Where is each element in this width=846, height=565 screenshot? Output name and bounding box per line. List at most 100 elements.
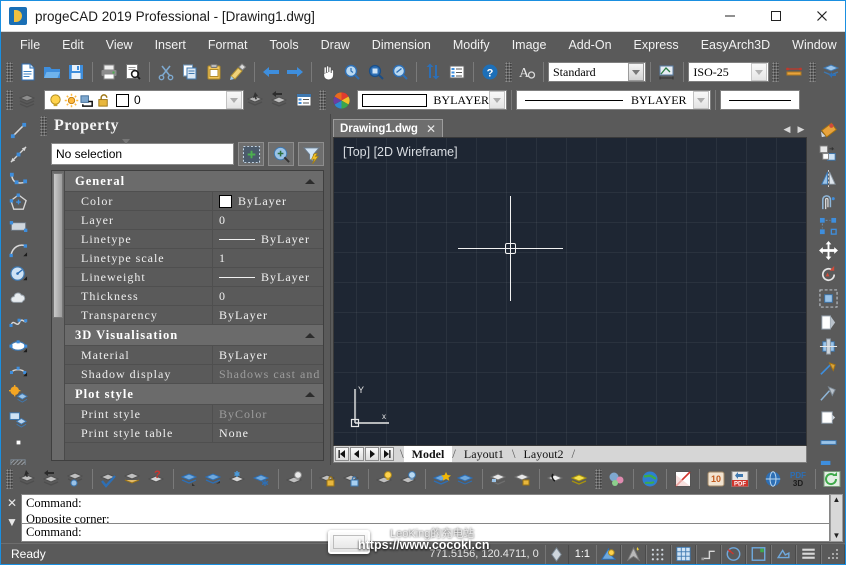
property-scrollbar[interactable]: [52, 171, 65, 460]
extend-icon[interactable]: [814, 358, 842, 382]
layer-previous-icon[interactable]: [268, 88, 292, 112]
redo-arrow-icon[interactable]: [283, 60, 307, 84]
publish-web-icon[interactable]: [761, 467, 785, 491]
chevron-up-icon[interactable]: [305, 178, 315, 184]
new-file-icon[interactable]: [16, 60, 40, 84]
property-group-3d-visualisation[interactable]: 3D Visualisation: [65, 325, 323, 346]
status-ortho-icon[interactable]: [696, 544, 721, 564]
close-icon[interactable]: ✕: [7, 496, 17, 510]
make-object-layer-current-icon[interactable]: [16, 467, 40, 491]
cloud-revision-icon[interactable]: [4, 286, 32, 310]
property-value[interactable]: ByLayer: [213, 306, 323, 325]
refresh-icon[interactable]: [820, 467, 844, 491]
scale-icon[interactable]: [814, 286, 842, 310]
layer-match-icon[interactable]: [97, 467, 121, 491]
help-question-icon[interactable]: ?: [478, 60, 502, 84]
menu-draw[interactable]: Draw: [310, 34, 361, 56]
drawing-canvas[interactable]: [Top] [2D Wireframe] Y x: [333, 137, 807, 446]
layout-tab-model[interactable]: Model: [403, 446, 453, 462]
chevron-up-icon[interactable]: [305, 391, 315, 397]
break-at-point-icon[interactable]: [814, 382, 842, 406]
property-row-shadow-display[interactable]: Shadow display Shadows cast and ...: [65, 364, 323, 384]
arc-icon[interactable]: [4, 238, 32, 262]
zoom-window-icon[interactable]: [364, 60, 388, 84]
menu-file[interactable]: File: [9, 34, 51, 56]
move-icon[interactable]: [814, 238, 842, 262]
status-model-space-icon[interactable]: [771, 544, 796, 564]
layer-lock-icon[interactable]: [316, 467, 340, 491]
drawing-recovery-icon[interactable]: 10: [704, 467, 728, 491]
layer-isolate-icon[interactable]: [250, 467, 274, 491]
layout-first-button[interactable]: [335, 447, 349, 461]
toolbar-grip[interactable]: [505, 62, 512, 82]
status-lineweight-icon[interactable]: [746, 544, 771, 564]
lock-open-icon[interactable]: [96, 93, 111, 108]
sync-updown-icon[interactable]: [421, 60, 445, 84]
construction-line-icon[interactable]: [4, 142, 32, 166]
property-value[interactable]: 1: [213, 249, 323, 268]
rectangle-icon[interactable]: [4, 214, 32, 238]
status-lines-icon[interactable]: [796, 544, 821, 564]
property-value[interactable]: None: [213, 424, 323, 443]
layout-last-button[interactable]: [380, 447, 394, 461]
layout-prev-button[interactable]: [350, 447, 364, 461]
property-value-cell[interactable]: ByLayer: [213, 230, 323, 249]
layer-unreconciled-icon[interactable]: ?: [145, 467, 169, 491]
menu-express[interactable]: Express: [623, 34, 690, 56]
filter-funnel-icon[interactable]: [298, 142, 324, 166]
menu-image[interactable]: Image: [501, 34, 558, 56]
break-icon[interactable]: [814, 406, 842, 430]
layer-turn-all-on-icon[interactable]: [397, 467, 421, 491]
layer-previous-state-icon[interactable]: [454, 467, 478, 491]
layer-freeze-icon[interactable]: [226, 467, 250, 491]
property-value[interactable]: 0: [213, 211, 323, 230]
layer-translate-icon[interactable]: [819, 60, 843, 84]
sun-freeze-icon[interactable]: [64, 93, 79, 108]
ellipse-arc-icon[interactable]: [4, 358, 32, 382]
print-icon[interactable]: [97, 60, 121, 84]
make-block-icon[interactable]: [4, 406, 32, 430]
menu-easyarch3d[interactable]: EasyArch3D: [690, 34, 781, 56]
layout-tab-layout2[interactable]: Layout2: [516, 446, 572, 462]
copy-icon[interactable]: [178, 60, 202, 84]
property-value[interactable]: ByLayer: [213, 346, 323, 365]
menu-insert[interactable]: Insert: [144, 34, 197, 56]
layer-highlight-icon[interactable]: [568, 467, 592, 491]
offset-icon[interactable]: [814, 190, 842, 214]
command-input[interactable]: Command:: [21, 524, 830, 542]
layer-walk-icon[interactable]: [64, 467, 88, 491]
status-snap-icon[interactable]: [544, 544, 569, 564]
property-row-lineweight[interactable]: Lineweight ByLayer: [65, 267, 323, 287]
property-group-plot-style[interactable]: Plot style: [65, 384, 323, 405]
copy-to-layer-icon[interactable]: [178, 467, 202, 491]
minimize-button[interactable]: [707, 1, 753, 32]
layer-previous-icon[interactable]: [40, 467, 64, 491]
ellipse-icon[interactable]: [4, 334, 32, 358]
insert-block-icon[interactable]: [4, 382, 32, 406]
layer-manager-icon[interactable]: [16, 88, 40, 112]
export-pdf-icon[interactable]: PDF: [728, 467, 752, 491]
layout-next-button[interactable]: [365, 447, 379, 461]
cut-scissors-icon[interactable]: [154, 60, 178, 84]
rotate-icon[interactable]: [814, 262, 842, 286]
status-polar-icon[interactable]: [721, 544, 746, 564]
freeze-vp-icon[interactable]: [80, 93, 95, 108]
selection-combo[interactable]: No selection: [51, 143, 234, 165]
property-row-layer[interactable]: Layer 0: [65, 210, 323, 230]
text-style-combo[interactable]: Standard: [548, 62, 647, 82]
lineweight-combo[interactable]: [720, 90, 800, 110]
select-similar-icon[interactable]: [268, 142, 294, 166]
chevron-down-icon[interactable]: [489, 91, 505, 109]
chevron-down-icon[interactable]: [226, 91, 242, 109]
dimension-style-combo[interactable]: ISO-25: [688, 62, 769, 82]
scrollbar-thumb[interactable]: [53, 173, 63, 318]
color-wheel-icon[interactable]: [329, 88, 353, 112]
erase-icon[interactable]: [814, 118, 842, 142]
menu-format[interactable]: Format: [197, 34, 259, 56]
chevron-down-icon[interactable]: [693, 91, 709, 109]
layer-on-icon[interactable]: [373, 467, 397, 491]
layer-lock-fade-icon[interactable]: [511, 467, 535, 491]
property-value-cell[interactable]: ByLayer: [213, 192, 323, 211]
polygon-icon[interactable]: [4, 190, 32, 214]
change-to-current-layer-icon[interactable]: [121, 467, 145, 491]
